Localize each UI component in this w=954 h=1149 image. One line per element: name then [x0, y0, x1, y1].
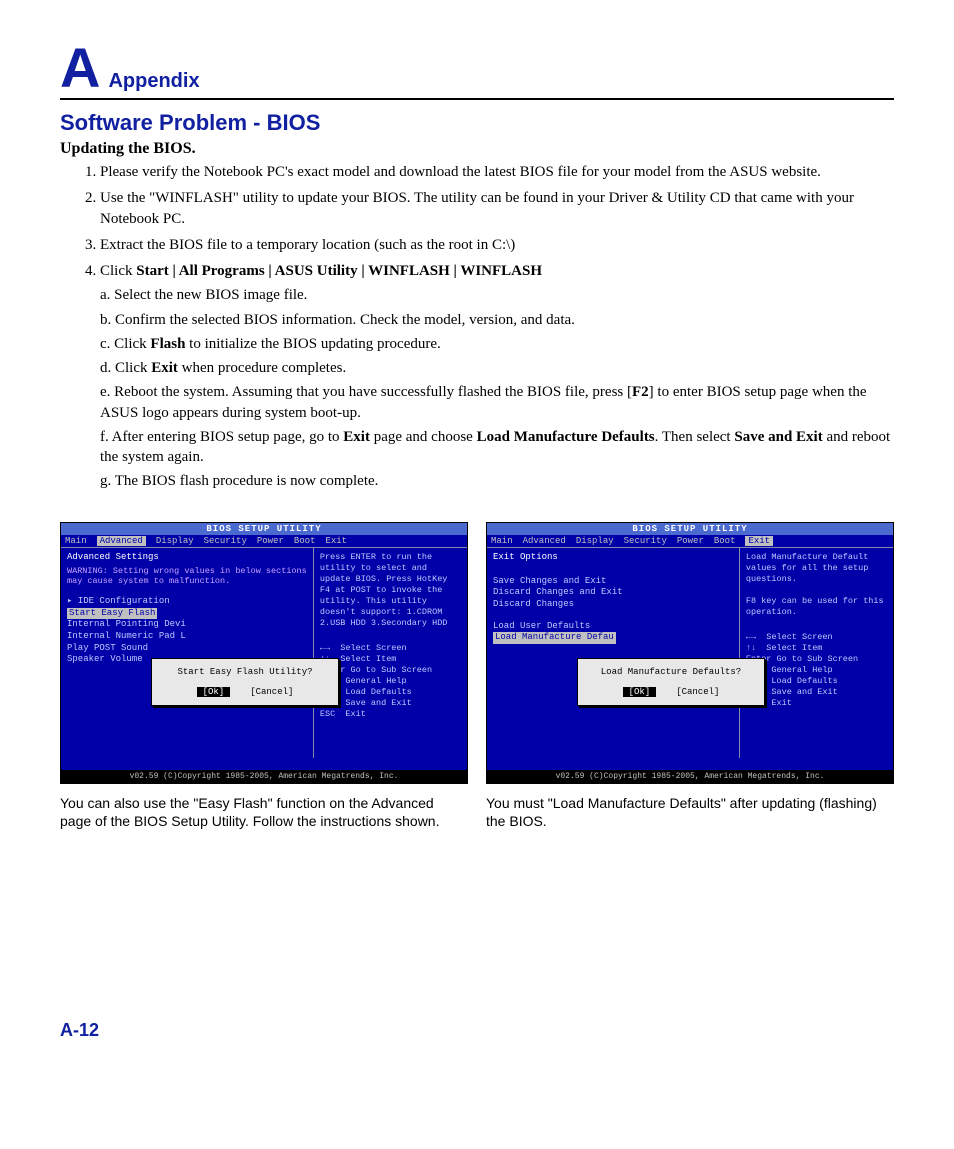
- bios-help-text: Press ENTER to run the utility to select…: [320, 552, 461, 629]
- popup-text-2: Load Manufacture Defaults?: [596, 667, 746, 677]
- sub-c: c. Click Flash to initialize the BIOS up…: [100, 334, 894, 354]
- bios-menu-main: Main: [65, 536, 87, 546]
- bios-menu2-advanced: Advanced: [523, 536, 566, 546]
- caption-left: You can also use the "Easy Flash" functi…: [60, 794, 468, 830]
- step-4-path: Start | All Programs | ASUS Utility | WI…: [136, 263, 542, 279]
- step-4: Click Start | All Programs | ASUS Utilit…: [100, 261, 894, 492]
- bios-item-ide: ▸ IDE Configuration: [67, 596, 307, 608]
- sub-f-b2: Load Manufacture Defaults: [477, 429, 655, 445]
- bios-menu2-exit: Exit: [745, 536, 773, 546]
- bios-item-discard: Discard Changes: [493, 599, 733, 611]
- bios-item-numpad: Internal Numeric Pad L: [67, 631, 307, 643]
- sub-d: d. Click Exit when procedure completes.: [100, 358, 894, 378]
- screenshot-left-col: BIOS SETUP UTILITY Main Advanced Display…: [60, 522, 468, 830]
- bios-nav-keys-2: ←→ Select Screen ↑↓ Select Item Enter Go…: [746, 632, 887, 709]
- section-title: Software Problem - BIOS: [60, 110, 894, 136]
- sub-a: a. Select the new BIOS image file.: [100, 285, 894, 305]
- bios-item-easyflash: Start Easy Flash: [67, 608, 157, 620]
- sub-c-bold: Flash: [150, 336, 185, 352]
- appendix-label: Appendix: [108, 70, 199, 93]
- step-1: Please verify the Notebook PC's exact mo…: [100, 162, 894, 182]
- popup-cancel-2: [Cancel]: [676, 687, 719, 697]
- bios-menu2-boot: Boot: [714, 536, 736, 546]
- sub-c-pre: c. Click: [100, 336, 150, 352]
- bios-menu2-display: Display: [576, 536, 614, 546]
- sub-f-pre: f. After entering BIOS setup page, go to: [100, 429, 343, 445]
- bios-menu-power: Power: [257, 536, 284, 546]
- steps-list: Please verify the Notebook PC's exact mo…: [100, 162, 894, 492]
- bios-help-text-2: Load Manufacture Default values for all …: [746, 552, 887, 618]
- bios-title: BIOS SETUP UTILITY: [61, 523, 467, 535]
- sub-d-post: when procedure completes.: [178, 360, 346, 376]
- bios-screenshot-exit: BIOS SETUP UTILITY Main Advanced Display…: [486, 522, 894, 784]
- bios-left-heading-2: Exit Options: [493, 552, 733, 562]
- step-4-prefix: Click: [100, 263, 136, 279]
- bios-popup-easyflash: Start Easy Flash Utility? [Ok] [Cancel]: [151, 658, 339, 706]
- appendix-header: A Appendix: [60, 40, 894, 100]
- bios-help-panel-2: Load Manufacture Default values for all …: [740, 548, 893, 758]
- bios-left-heading: Advanced Settings: [67, 552, 307, 562]
- bios-popup-loadmfg: Load Manufacture Defaults? [Ok] [Cancel]: [577, 658, 765, 706]
- section-subtitle: Updating the BIOS.: [60, 140, 894, 158]
- popup-text: Start Easy Flash Utility?: [170, 667, 320, 677]
- bios-menu2-power: Power: [677, 536, 704, 546]
- bios-footer-2: v02.59 (C)Copyright 1985-2005, American …: [487, 770, 893, 783]
- sub-d-bold: Exit: [151, 360, 178, 376]
- bios-item-save: Save Changes and Exit: [493, 576, 733, 588]
- bios-body: Advanced Settings WARNING: Setting wrong…: [61, 547, 467, 758]
- sub-g: g. The BIOS flash procedure is now compl…: [100, 471, 894, 491]
- sub-e: e. Reboot the system. Assuming that you …: [100, 382, 894, 423]
- popup-ok: [Ok]: [197, 687, 231, 697]
- bios-menu: Main Advanced Display Security Power Boo…: [61, 535, 467, 547]
- appendix-letter: A: [60, 40, 100, 96]
- sub-d-pre: d. Click: [100, 360, 151, 376]
- sub-e-bold: F2: [632, 384, 649, 400]
- bios-nav-keys: ←→ Select Screen ↑↓ Select Item Enter Go…: [320, 643, 461, 720]
- bios-menu-display: Display: [156, 536, 194, 546]
- bios-help-panel: Press ENTER to run the utility to select…: [314, 548, 467, 758]
- sub-f-b1: Exit: [343, 429, 370, 445]
- bios-menu2-security: Security: [624, 536, 667, 546]
- bios-title-2: BIOS SETUP UTILITY: [487, 523, 893, 535]
- bios-warning: WARNING: Setting wrong values in below s…: [67, 566, 307, 586]
- bios-item-pointing: Internal Pointing Devi: [67, 619, 307, 631]
- sub-f: f. After entering BIOS setup page, go to…: [100, 427, 894, 468]
- screenshots-row: BIOS SETUP UTILITY Main Advanced Display…: [60, 522, 894, 830]
- sub-steps: a. Select the new BIOS image file. b. Co…: [100, 285, 894, 491]
- bios-menu-advanced: Advanced: [97, 536, 146, 546]
- sub-f-mid2: . Then select: [655, 429, 735, 445]
- step-2: Use the "WINFLASH" utility to update you…: [100, 188, 894, 229]
- caption-right: You must "Load Manufacture Defaults" aft…: [486, 794, 894, 830]
- sub-b: b. Confirm the selected BIOS information…: [100, 310, 894, 330]
- bios-menu2-main: Main: [491, 536, 513, 546]
- bios-left-panel: Advanced Settings WARNING: Setting wrong…: [61, 548, 314, 758]
- screenshot-right-col: BIOS SETUP UTILITY Main Advanced Display…: [486, 522, 894, 830]
- sub-f-b3: Save and Exit: [734, 429, 822, 445]
- bios-body-2: Exit Options Save Changes and Exit Disca…: [487, 547, 893, 758]
- popup-cancel: [Cancel]: [250, 687, 293, 697]
- bios-warning-text: WARNING: Setting wrong values in below s…: [67, 566, 307, 586]
- bios-menu-security: Security: [204, 536, 247, 546]
- sub-f-mid: page and choose: [370, 429, 477, 445]
- popup-ok-2: [Ok]: [623, 687, 657, 697]
- sub-c-post: to initialize the BIOS updating procedur…: [185, 336, 440, 352]
- bios-menu-exit: Exit: [325, 536, 347, 546]
- bios-menu-boot: Boot: [294, 536, 316, 546]
- bios-screenshot-advanced: BIOS SETUP UTILITY Main Advanced Display…: [60, 522, 468, 784]
- step-3: Extract the BIOS file to a temporary loc…: [100, 235, 894, 255]
- bios-item-loaduser: Load User Defaults: [493, 621, 733, 633]
- bios-left-panel-2: Exit Options Save Changes and Exit Disca…: [487, 548, 740, 758]
- page-number: A-12: [60, 1020, 894, 1041]
- bios-item-loadmfg: Load Manufacture Defau: [493, 632, 616, 644]
- bios-menu-2: Main Advanced Display Security Power Boo…: [487, 535, 893, 547]
- bios-item-discard-exit: Discard Changes and Exit: [493, 587, 733, 599]
- bios-item-post: Play POST Sound: [67, 643, 307, 655]
- sub-e-pre: e. Reboot the system. Assuming that you …: [100, 384, 632, 400]
- bios-footer: v02.59 (C)Copyright 1985-2005, American …: [61, 770, 467, 783]
